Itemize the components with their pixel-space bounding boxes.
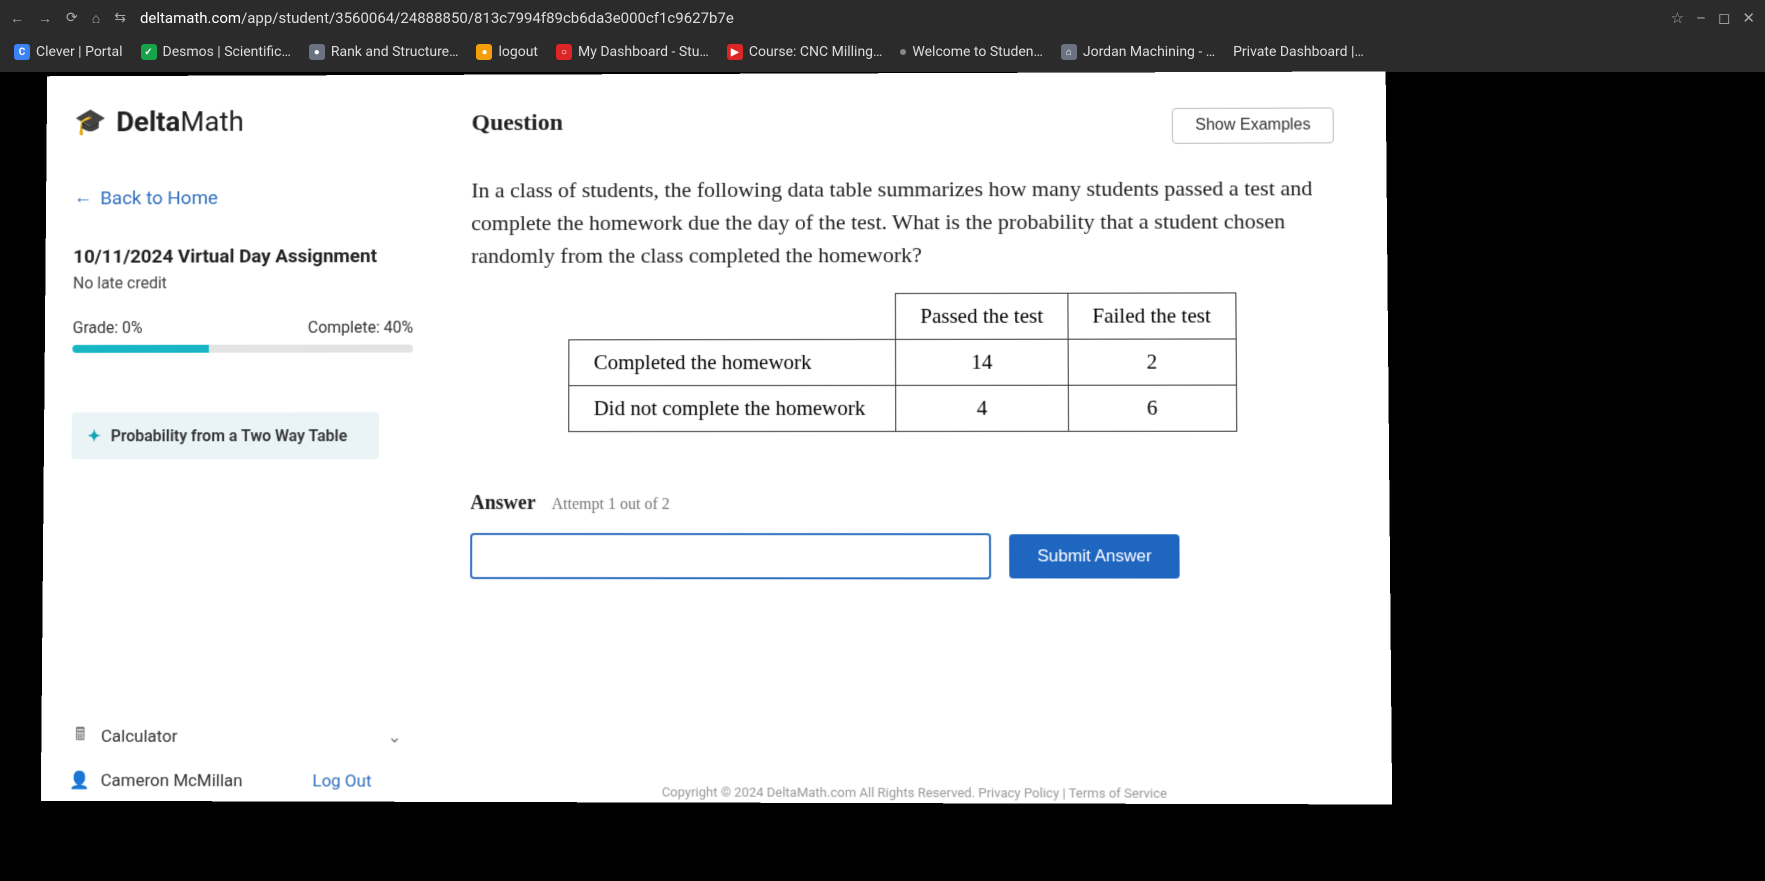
- bookmark-icon: ●: [309, 44, 325, 60]
- main-content: Question Show Examples In a class of stu…: [439, 71, 1392, 804]
- url-domain: deltamath.com: [140, 9, 241, 27]
- maximize-icon[interactable]: ◻: [1718, 9, 1730, 27]
- user-row: 👤 Cameron McMillan Log Out: [69, 761, 412, 802]
- grad-cap-icon: 🎓: [74, 107, 106, 137]
- answer-input-row: Submit Answer: [470, 533, 1337, 580]
- arrow-left-icon: ←: [74, 186, 93, 210]
- col-header: Passed the test: [896, 293, 1068, 339]
- back-label: Back to Home: [100, 186, 218, 209]
- grade-label: Grade: 0%: [73, 318, 143, 337]
- user-name: Cameron McMillan: [101, 771, 243, 791]
- topic-label: Probability from a Two Way Table: [111, 426, 348, 445]
- progress-fill: [72, 345, 208, 353]
- answer-label: Answer: [470, 492, 535, 515]
- bookmark-label: logout: [498, 44, 538, 60]
- bookmark-item[interactable]: Private Dashboard |…: [1233, 44, 1364, 60]
- user-icon: 👤: [69, 771, 91, 791]
- answer-input[interactable]: [470, 533, 991, 579]
- submit-answer-button[interactable]: Submit Answer: [1009, 534, 1180, 578]
- attempt-text: Attempt 1 out of 2: [552, 496, 670, 514]
- answer-header: Answer Attempt 1 out of 2: [470, 492, 1337, 515]
- complete-label: Complete: 40%: [308, 318, 413, 337]
- home-icon[interactable]: ⌂: [92, 10, 100, 27]
- bookmarks-bar: C Clever | Portal ✓ Desmos | Scientific……: [0, 36, 1765, 72]
- chevron-down-icon[interactable]: ⌄: [387, 727, 401, 747]
- star-icon[interactable]: ☆: [1671, 9, 1684, 27]
- bookmark-item[interactable]: C Clever | Portal: [14, 44, 123, 60]
- progress-bar: [72, 345, 413, 353]
- sidebar: 🎓 DeltaMath ← Back to Home 10/11/2024 Vi…: [41, 75, 442, 802]
- bookmark-item[interactable]: ▶ Course: CNC Milling…: [727, 44, 883, 60]
- blank-cell: [569, 294, 895, 340]
- sidebar-bottom: 🖩 Calculator ⌄ 👤 Cameron McMillan Log Ou…: [69, 712, 412, 802]
- table-row: Did not complete the homework 4 6: [569, 385, 1236, 431]
- table-cell: 14: [896, 339, 1068, 385]
- address-bar[interactable]: deltamath.com/app/student/3560064/248888…: [140, 9, 1657, 27]
- assignment-title: 10/11/2024 Virtual Day Assignment: [73, 244, 413, 267]
- calculator-label: Calculator: [101, 726, 178, 746]
- bookmark-icon: ●: [476, 44, 492, 60]
- bookmark-label: Clever | Portal: [36, 44, 123, 60]
- late-credit-note: No late credit: [73, 273, 414, 292]
- bookmark-label: Desmos | Scientific…: [163, 44, 291, 60]
- bookmark-icon: ⌂: [1061, 44, 1077, 60]
- bookmark-item[interactable]: ⌂ Jordan Machining - …: [1061, 44, 1215, 60]
- bookmark-icon: [900, 49, 906, 55]
- bookmark-icon: ✓: [141, 44, 157, 60]
- back-to-home-link[interactable]: ← Back to Home: [74, 185, 414, 210]
- bookmark-label: My Dashboard - Stu…: [578, 44, 709, 60]
- minimize-icon[interactable]: –: [1696, 9, 1706, 27]
- bookmark-item[interactable]: Welcome to Studen…: [900, 44, 1042, 60]
- url-path: /app/student/3560064/24888850/813c7994f8…: [241, 9, 734, 27]
- logout-link[interactable]: Log Out: [312, 771, 371, 791]
- bookmark-label: Welcome to Studen…: [912, 44, 1042, 60]
- bookmark-label: Jordan Machining - …: [1083, 44, 1215, 60]
- bookmark-label: Rank and Structure…: [331, 44, 459, 60]
- table-cell: 4: [896, 385, 1068, 431]
- row-label: Completed the homework: [569, 339, 896, 385]
- toolbar-right-icons: ☆ – ◻ ✕: [1671, 9, 1755, 27]
- logo-delta: Delta: [116, 105, 181, 138]
- logo[interactable]: 🎓 DeltaMath: [74, 105, 414, 139]
- bookmark-icon: C: [14, 44, 30, 60]
- topic-chip[interactable]: ✦ Probability from a Two Way Table: [72, 412, 380, 459]
- close-icon[interactable]: ✕: [1742, 9, 1755, 27]
- calculator-link[interactable]: 🖩 Calculator ⌄: [69, 712, 412, 762]
- table-cell: 2: [1068, 339, 1236, 385]
- site-settings-icon[interactable]: ⇆: [114, 10, 126, 26]
- bookmark-icon: ○: [556, 44, 572, 60]
- bookmark-label: Course: CNC Milling…: [749, 44, 883, 60]
- app-viewport: 🎓 DeltaMath ← Back to Home 10/11/2024 Vi…: [41, 71, 1392, 804]
- sparkle-icon: ✦: [87, 426, 100, 445]
- bookmark-icon: ▶: [727, 44, 743, 60]
- row-label: Did not complete the homework: [569, 385, 896, 431]
- reload-icon[interactable]: ⟳: [66, 10, 78, 26]
- bookmark-label: Private Dashboard |…: [1233, 44, 1364, 60]
- bookmark-item[interactable]: ● Rank and Structure…: [309, 44, 459, 60]
- table-header-row: Passed the test Failed the test: [569, 293, 1235, 340]
- bookmark-item[interactable]: ○ My Dashboard - Stu…: [556, 44, 709, 60]
- data-table: Passed the test Failed the test Complete…: [569, 292, 1237, 432]
- bookmark-item[interactable]: ✓ Desmos | Scientific…: [141, 44, 291, 60]
- table-row: Completed the homework 14 2: [569, 339, 1236, 386]
- browser-toolbar: ← → ⟳ ⌂ ⇆ deltamath.com/app/student/3560…: [0, 0, 1765, 36]
- bookmark-item[interactable]: ● logout: [476, 44, 538, 60]
- col-header: Failed the test: [1068, 293, 1236, 339]
- question-prompt: In a class of students, the following da…: [471, 171, 1335, 272]
- logo-math: Math: [180, 105, 244, 138]
- question-heading: Question: [471, 110, 562, 137]
- table-cell: 6: [1068, 385, 1236, 431]
- nav-icon-group: ← → ⟳ ⌂ ⇆: [10, 10, 126, 27]
- forward-icon[interactable]: →: [38, 10, 52, 27]
- show-examples-button[interactable]: Show Examples: [1172, 107, 1334, 143]
- question-header: Question Show Examples: [471, 107, 1333, 145]
- browser-chrome: ← → ⟳ ⌂ ⇆ deltamath.com/app/student/3560…: [0, 0, 1765, 72]
- back-icon[interactable]: ←: [10, 10, 24, 27]
- progress-labels: Grade: 0% Complete: 40%: [73, 318, 414, 337]
- calculator-icon: 🖩: [69, 722, 91, 751]
- footer-text: Copyright © 2024 DeltaMath.com All Right…: [662, 785, 1167, 802]
